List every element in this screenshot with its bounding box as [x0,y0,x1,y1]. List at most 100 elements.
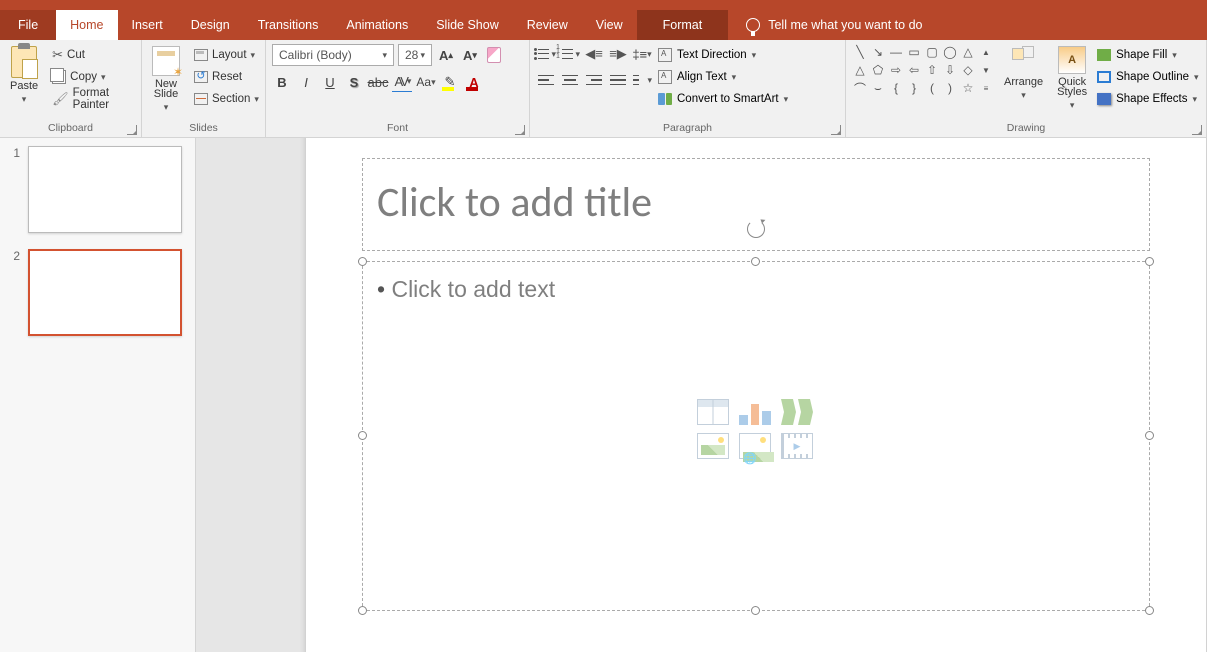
align-text-button[interactable]: Align Text [658,66,788,88]
tab-home[interactable]: Home [56,10,117,40]
selection-handle[interactable] [751,257,760,266]
shape-rrect-icon[interactable]: ▢ [924,44,940,60]
selection-handle[interactable] [358,431,367,440]
tab-file[interactable]: File [0,10,56,40]
strikethrough-button[interactable]: abc [368,72,388,92]
selection-handle[interactable] [358,606,367,615]
shapes-gallery[interactable]: ╲↘—▭▢◯△▲ △⬠⇨⇦⇧⇩◇▼ ⌒⌣{}()☆≡ [852,44,994,96]
tab-animations[interactable]: Animations [332,10,422,40]
tab-slideshow[interactable]: Slide Show [422,10,513,40]
shape-outline-button[interactable]: Shape Outline [1097,66,1198,88]
shape-fill-icon [1097,49,1111,61]
clear-formatting-button[interactable] [484,45,504,65]
line-spacing-button[interactable]: ‡≡ [632,44,652,64]
tab-design[interactable]: Design [177,10,244,40]
clipboard-launcher[interactable] [127,125,137,135]
align-right-icon [585,72,603,88]
thumbnail-2[interactable]: 2 [10,249,185,336]
font-size-box[interactable]: 28▾ [398,44,432,66]
arrange-button[interactable]: Arrange [1000,44,1047,103]
section-button[interactable]: Section [190,88,263,110]
convert-smartart-button[interactable]: Convert to SmartArt [658,88,788,110]
paste-button[interactable]: Paste [6,44,42,107]
insert-video-icon[interactable] [781,433,813,459]
tab-transitions[interactable]: Transitions [244,10,333,40]
thumb-preview[interactable] [28,146,182,233]
format-painter-button[interactable]: 🖌Format Painter [48,88,135,110]
increase-indent-button[interactable]: ≡▶ [608,44,628,64]
text-direction-button[interactable]: Text Direction [658,44,788,66]
cut-button[interactable]: ✂Cut [48,44,135,66]
columns-button[interactable] [632,70,652,90]
new-slide-icon [152,46,180,76]
shape-oval-icon[interactable]: ◯ [942,44,958,60]
shape-fill-button[interactable]: Shape Fill [1097,44,1198,66]
numbering-button[interactable] [560,44,580,64]
layout-button[interactable]: Layout [190,44,263,66]
text-shadow-button[interactable]: S [344,72,364,92]
content-placeholder[interactable]: Click to add text [362,261,1150,611]
shape-line-icon[interactable]: ╲ [852,44,868,60]
quick-styles-icon [1058,46,1086,74]
bold-button[interactable]: B [272,72,292,92]
selection-handle[interactable] [1145,606,1154,615]
font-color-button[interactable]: A [464,72,484,92]
insert-table-icon[interactable] [697,399,729,425]
shape-star-icon[interactable]: ☆ [960,80,976,96]
shape-tri-icon[interactable]: △ [960,44,976,60]
group-clipboard: Paste ✂Cut Copy 🖌Format Painter Clipboar… [0,40,142,137]
selection-handle[interactable] [1145,431,1154,440]
quick-styles-button[interactable]: Quick Styles [1053,44,1091,113]
justify-button[interactable] [608,70,628,90]
new-slide-button[interactable]: New Slide [148,44,184,115]
thumb-number: 1 [10,146,20,233]
underline-button[interactable]: U [320,72,340,92]
gallery-up-icon[interactable]: ▲ [978,44,994,60]
font-launcher[interactable] [515,125,525,135]
tab-review[interactable]: Review [513,10,582,40]
thumb-preview[interactable] [28,249,182,336]
gallery-down-icon[interactable]: ▼ [978,62,994,78]
selection-handle[interactable] [1145,257,1154,266]
tell-me-search[interactable]: Tell me what you want to do [728,10,940,40]
shape-rect-icon[interactable]: ▭ [906,44,922,60]
thumbnail-1[interactable]: 1 [10,146,185,233]
copy-button[interactable]: Copy [48,66,135,88]
reset-button[interactable]: Reset [190,66,263,88]
title-text[interactable]: Click to add title [377,177,652,228]
group-drawing: ╲↘—▭▢◯△▲ △⬠⇨⇦⇧⇩◇▼ ⌒⌣{}()☆≡ Arrange Quick… [846,40,1207,137]
grow-font-button[interactable]: A▴ [436,45,456,65]
insert-smartart-icon[interactable] [781,399,813,425]
align-right-button[interactable] [584,70,604,90]
char-spacing-button[interactable]: AV [392,72,412,92]
selection-handle[interactable] [751,606,760,615]
italic-button[interactable]: I [296,72,316,92]
change-case-button[interactable]: Aa [416,72,436,92]
drawing-launcher[interactable] [1192,125,1202,135]
shape-effects-button[interactable]: Shape Effects [1097,88,1198,110]
content-text[interactable]: Click to add text [377,276,555,302]
tab-insert[interactable]: Insert [118,10,177,40]
align-left-button[interactable] [536,70,556,90]
ribbon-tabs: File Home Insert Design Transitions Anim… [0,10,1207,40]
slide-thumbnail-panel[interactable]: 1 2 [0,138,196,652]
insert-online-picture-icon[interactable] [739,433,771,459]
decrease-indent-button[interactable]: ◀≡ [584,44,604,64]
bullets-button[interactable] [536,44,556,64]
tab-view[interactable]: View [582,10,637,40]
insert-chart-icon[interactable] [739,399,771,425]
rotate-handle-icon[interactable] [747,220,765,238]
shape-arrow-icon[interactable]: ↘ [870,44,886,60]
font-name-box[interactable]: Calibri (Body)▾ [272,44,394,66]
slide-canvas[interactable]: Click to add title Click to add text [196,138,1207,652]
selection-handle[interactable] [358,257,367,266]
slide[interactable]: Click to add title Click to add text [306,138,1206,652]
shrink-font-button[interactable]: A▾ [460,45,480,65]
tab-format[interactable]: Format [637,10,729,40]
insert-picture-icon[interactable] [697,433,729,459]
paragraph-launcher[interactable] [831,125,841,135]
gallery-more-icon[interactable]: ≡ [978,80,994,96]
group-label-clipboard: Clipboard [0,119,141,137]
highlight-button[interactable]: ✎ [440,72,460,92]
align-center-button[interactable] [560,70,580,90]
